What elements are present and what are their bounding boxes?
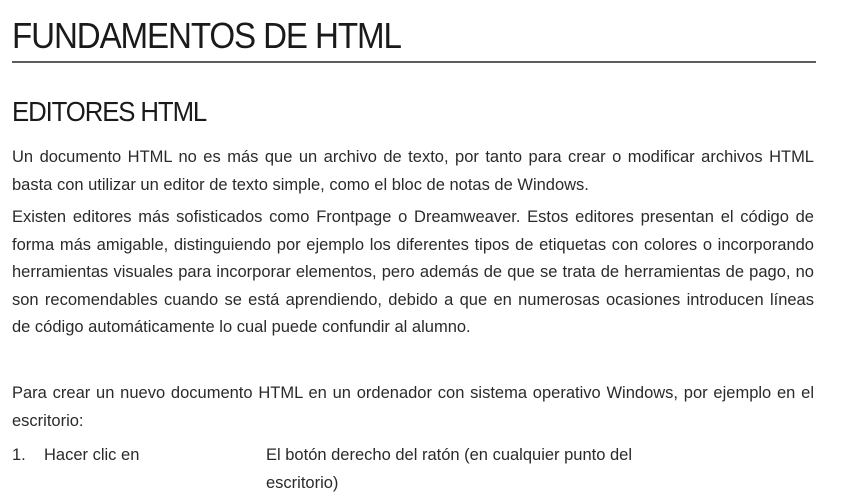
paragraph-editors: Existen editores más sofisticados como F…	[12, 208, 814, 336]
step-action: Hacer clic en	[44, 446, 140, 464]
page-title: FUNDAMENTOS DE HTML	[12, 15, 402, 56]
paragraph-instructions: Para crear un nuevo documento HTML en un…	[12, 384, 814, 430]
paragraph-intro: Un documento HTML no es más que un archi…	[12, 148, 814, 194]
step-detail: El botón derecho del ratón (en cualquier…	[266, 446, 633, 492]
title-divider	[12, 61, 816, 63]
section-heading: EDITORES HTML	[12, 96, 207, 127]
step-number: 1.	[12, 446, 26, 464]
document-page: FUNDAMENTOS DE HTML EDITORES HTML Un doc…	[12, 0, 816, 499]
